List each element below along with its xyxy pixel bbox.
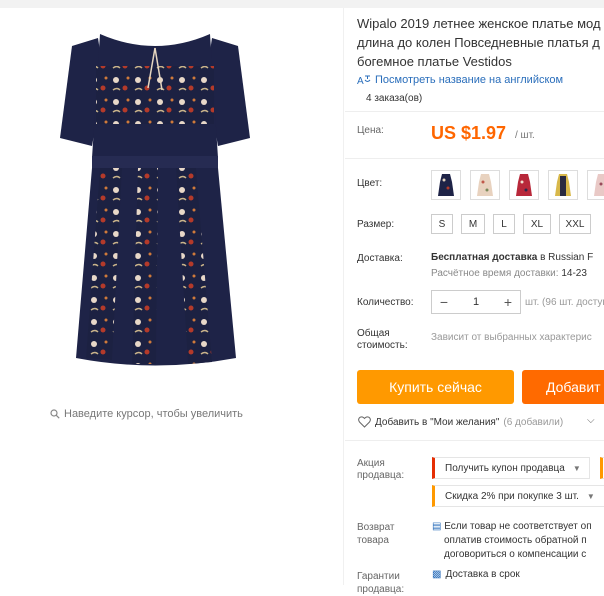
dropdown-arrow-icon: ▼ bbox=[572, 463, 581, 473]
wishlist-text[interactable]: Добавить в "Мои желания" bbox=[375, 417, 499, 428]
delivery-truck-icon: ▩ bbox=[432, 569, 442, 580]
dropdown-arrow-icon: ▼ bbox=[586, 491, 595, 501]
add-to-wishlist[interactable]: Добавить в "Мои желания" (6 добавили) bbox=[358, 416, 563, 428]
size-option-xl[interactable]: XL bbox=[523, 214, 551, 234]
color-label: Цвет: bbox=[357, 178, 383, 189]
returns-line: договориться о компенсации с bbox=[444, 549, 587, 560]
size-options: S M L XL XXL bbox=[431, 214, 591, 234]
quantity-input[interactable]: 1 bbox=[456, 296, 496, 308]
guarantee-text: Доставка в срок bbox=[445, 569, 520, 580]
quantity-plus-button[interactable]: + bbox=[496, 294, 520, 310]
promo-label-line: продавца: bbox=[357, 470, 405, 481]
quantity-available: шт. (96 шт. доступ bbox=[525, 297, 604, 308]
wishlist-count: (6 добавили) bbox=[503, 416, 564, 428]
title-line: длина до колен Повседневные платья д bbox=[357, 35, 600, 50]
buy-now-button[interactable]: Купить сейчас bbox=[357, 370, 514, 404]
divider bbox=[345, 111, 604, 112]
delivery-estimate: Расчётное время доставки: 14-23 bbox=[431, 268, 587, 279]
total-label-line: стоимость: bbox=[357, 340, 408, 351]
return-icon: ▤ bbox=[432, 521, 445, 532]
promo-label-line: Акция bbox=[357, 458, 385, 469]
shipping-destination: в Russian F bbox=[537, 252, 594, 263]
quantity-minus-button[interactable]: − bbox=[432, 294, 456, 310]
color-swatch-red-floral[interactable] bbox=[509, 170, 539, 200]
price-value: US $1.97 bbox=[431, 123, 507, 143]
get-coupon-dropdown[interactable]: Получить купон продавца ▼ bbox=[432, 457, 590, 479]
zoom-hint: Наведите курсор, чтобы увеличить bbox=[50, 408, 243, 420]
translate-icon: A bbox=[357, 75, 371, 86]
title-line: Wipalo 2019 летнее женское платье мод bbox=[357, 16, 601, 31]
returns-line: ▤ Если товар не соответствует оп bbox=[432, 521, 592, 532]
zoom-hint-text: Наведите курсор, чтобы увеличить bbox=[64, 408, 243, 420]
size-option-s[interactable]: S bbox=[431, 214, 453, 234]
price-unit: / шт. bbox=[515, 130, 535, 141]
delivery-estimate-value: 14-23 bbox=[558, 268, 587, 279]
returns-label-line: товара bbox=[357, 535, 389, 546]
total-label-line: Общая bbox=[357, 328, 390, 339]
orders-count: 4 заказа(ов) bbox=[366, 93, 423, 104]
add-to-cart-button[interactable]: Добавит bbox=[522, 370, 604, 404]
returns-line: оплатив стоимость обратной п bbox=[444, 535, 587, 546]
discount-dropdown[interactable]: Скидка 2% при покупке 3 шт. ▼ bbox=[432, 485, 604, 507]
shipping-label: Доставка: bbox=[357, 253, 403, 264]
search-icon bbox=[50, 409, 60, 419]
total-label: Общая стоимость: bbox=[357, 328, 408, 352]
quantity-stepper: − 1 + bbox=[431, 290, 521, 314]
svg-text:A: A bbox=[357, 76, 364, 86]
title-line: богемное платье Vestidos bbox=[357, 54, 512, 69]
guarantee-label-line: Гарантии bbox=[357, 571, 400, 582]
translate-link-text[interactable]: Посмотреть название на английском bbox=[375, 74, 563, 86]
product-image[interactable] bbox=[0, 8, 343, 408]
color-swatches bbox=[431, 170, 604, 200]
returns-label-line: Возврат bbox=[357, 522, 395, 533]
size-option-l[interactable]: L bbox=[493, 214, 515, 234]
translate-link[interactable]: A Посмотреть название на английском bbox=[357, 74, 563, 86]
size-label: Размер: bbox=[357, 219, 395, 230]
guarantee-label: Гарантии продавца: bbox=[357, 570, 404, 596]
size-option-m[interactable]: M bbox=[461, 214, 485, 234]
divider bbox=[345, 158, 604, 159]
price-label: Цена: bbox=[357, 125, 384, 136]
size-option-xxl[interactable]: XXL bbox=[559, 214, 591, 234]
shipping-info[interactable]: Бесплатная доставка в Russian F bbox=[431, 252, 593, 263]
top-bar bbox=[0, 0, 604, 8]
color-swatch-navy-floral[interactable] bbox=[431, 170, 461, 200]
total-note: Зависит от выбранных характерис bbox=[431, 332, 592, 343]
returns-info: ▤ Если товар не соответствует оп оплатив… bbox=[432, 520, 592, 562]
divider bbox=[345, 440, 604, 441]
chevron-down-icon[interactable]: ⌵ bbox=[587, 415, 595, 426]
free-shipping-text: Бесплатная доставка bbox=[431, 252, 538, 263]
delivery-estimate-label: Расчётное время доставки: bbox=[431, 268, 559, 279]
column-divider bbox=[343, 8, 344, 585]
coupon-text: Получить купон продавца bbox=[445, 462, 565, 474]
guarantee-info: ▩ Доставка в срок bbox=[432, 569, 520, 580]
coupon-more[interactable] bbox=[600, 457, 604, 479]
heart-plus-icon bbox=[358, 416, 371, 428]
color-swatch-pink-floral[interactable] bbox=[587, 170, 604, 200]
color-swatch-yellow-stripe[interactable] bbox=[548, 170, 578, 200]
returns-label: Возврат товара bbox=[357, 521, 395, 547]
color-swatch-beige-floral[interactable] bbox=[470, 170, 500, 200]
product-title: Wipalo 2019 летнее женское платье мод дл… bbox=[357, 14, 604, 71]
discount-text: Скидка 2% при покупке 3 шт. bbox=[445, 490, 579, 502]
promo-label: Акция продавца: bbox=[357, 458, 404, 482]
quantity-label: Количество: bbox=[357, 297, 414, 308]
